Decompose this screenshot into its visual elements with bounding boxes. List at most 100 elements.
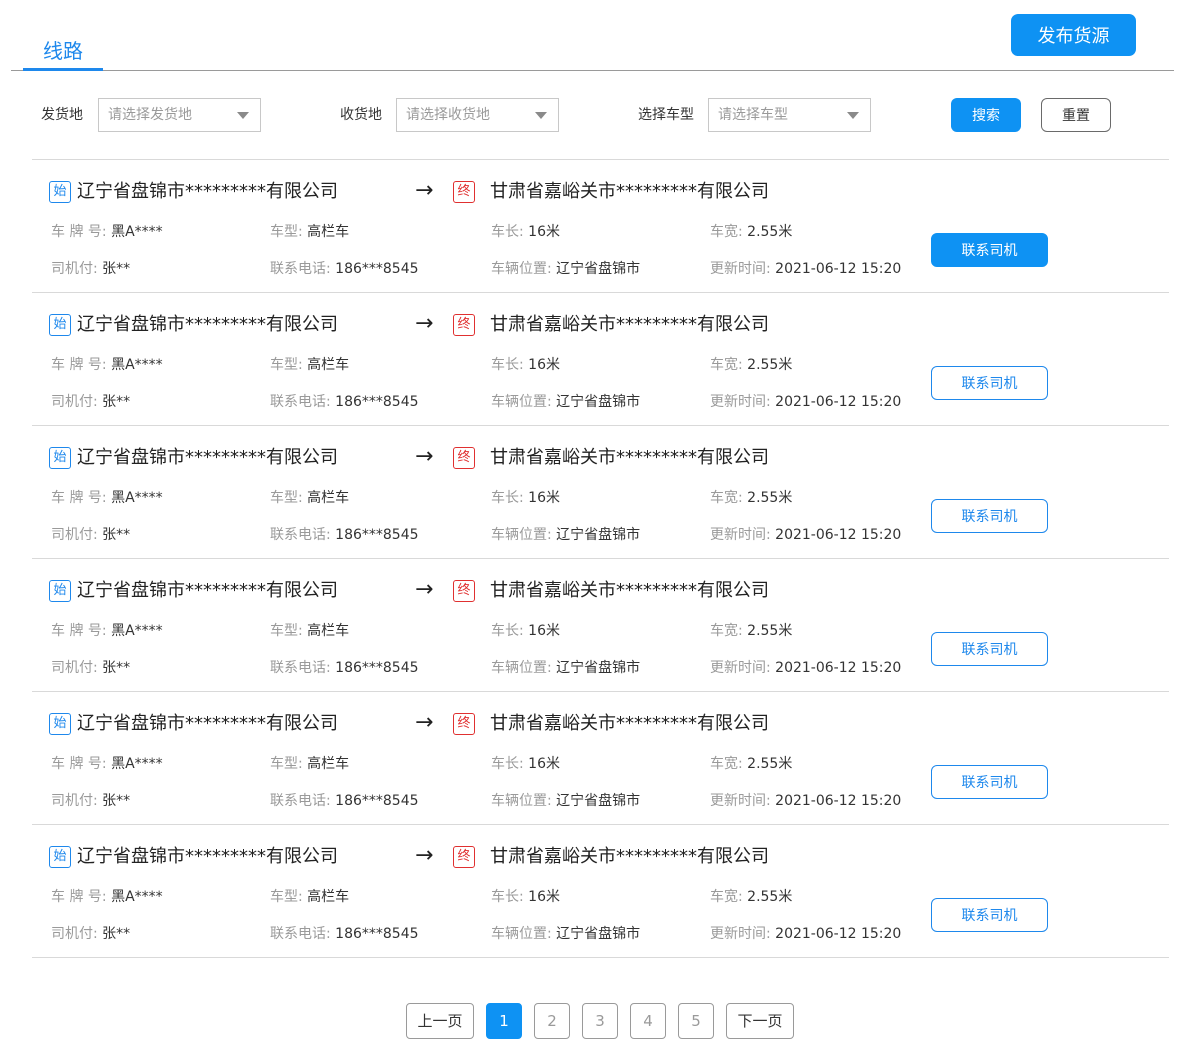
plate-key: 车 牌 号: [51,756,107,772]
width-field: 车宽: 2.55米 [710,222,792,242]
page-button-2[interactable]: 2 [534,1003,570,1039]
length-field: 车长: 16米 [491,355,560,375]
vehicle-type-value: 高栏车 [307,889,350,905]
phone-key: 联系电话: [270,394,331,410]
vehicle-type-placeholder: 请选择车型 [718,107,788,123]
contact-driver-button[interactable]: 联系司机 [931,765,1048,799]
width-key: 车宽: [710,490,743,506]
vehicle-type-field: 车型: 高栏车 [270,621,349,641]
updated-key: 更新时间: [710,926,771,942]
destination-select[interactable]: 请选择收货地 [396,98,559,132]
updated-value: 2021-06-12 15:20 [775,261,902,277]
driver-key: 司机付: [51,660,98,676]
length-field: 车长: 16米 [491,621,560,641]
location-key: 车辆位置: [491,394,552,410]
location-key: 车辆位置: [491,926,552,942]
page-button-5[interactable]: 5 [678,1003,714,1039]
driver-field: 司机付: 张** [51,924,130,944]
chevron-down-icon [535,112,547,119]
plate-field: 车 牌 号: 黑A**** [51,887,163,907]
length-value: 16米 [528,756,560,772]
plate-field: 车 牌 号: 黑A**** [51,621,163,641]
updated-field: 更新时间: 2021-06-12 15:20 [710,658,901,678]
phone-key: 联系电话: [270,926,331,942]
contact-driver-button[interactable]: 联系司机 [931,898,1048,932]
contact-driver-button[interactable]: 联系司机 [931,499,1048,533]
updated-value: 2021-06-12 15:20 [775,394,902,410]
contact-driver-button[interactable]: 联系司机 [931,366,1048,400]
vehicle-type-select[interactable]: 请选择车型 [708,98,871,132]
phone-field: 联系电话: 186***8545 [270,791,419,811]
search-button[interactable]: 搜索 [951,98,1021,132]
plate-value: 黑A**** [111,623,163,639]
phone-key: 联系电话: [270,660,331,676]
arrow-right-icon: → [415,710,434,735]
driver-value: 张** [102,394,131,410]
vehicle-type-field: 车型: 高栏车 [270,488,349,508]
arrow-right-icon: → [415,311,434,336]
updated-value: 2021-06-12 15:20 [775,926,902,942]
plate-field: 车 牌 号: 黑A**** [51,488,163,508]
location-key: 车辆位置: [491,261,552,277]
route-row: 始 辽宁省盘锦市*********有限公司 → 终 甘肃省嘉峪关市*******… [32,426,1169,559]
plate-value: 黑A**** [111,756,163,772]
length-key: 车长: [491,490,524,506]
phone-value: 186***8545 [335,394,419,410]
location-field: 车辆位置: 辽宁省盘锦市 [491,791,640,811]
phone-field: 联系电话: 186***8545 [270,525,419,545]
start-badge: 始 [49,181,71,203]
updated-key: 更新时间: [710,261,771,277]
vehicle-type-value: 高栏车 [307,224,350,240]
tab-routes[interactable]: 线路 [23,36,103,71]
chevron-down-icon [237,112,249,119]
vehicle-type-key: 车型: [270,756,303,772]
plate-field: 车 牌 号: 黑A**** [51,222,163,242]
prev-page-button[interactable]: 上一页 [406,1003,474,1039]
origin-company: 辽宁省盘锦市*********有限公司 [77,314,338,335]
length-value: 16米 [528,889,560,905]
origin-company: 辽宁省盘锦市*********有限公司 [77,181,338,202]
page-button-1[interactable]: 1 [486,1003,522,1039]
location-value: 辽宁省盘锦市 [556,660,641,676]
length-key: 车长: [491,224,524,240]
phone-key: 联系电话: [270,527,331,543]
reset-button[interactable]: 重置 [1041,98,1111,132]
chevron-down-icon [847,112,859,119]
destination-company: 甘肃省嘉峪关市*********有限公司 [490,580,769,601]
length-key: 车长: [491,357,524,373]
vehicle-type-label: 选择车型 [638,107,694,123]
plate-value: 黑A**** [111,357,163,373]
updated-key: 更新时间: [710,527,771,543]
page-button-4[interactable]: 4 [630,1003,666,1039]
origin-select[interactable]: 请选择发货地 [98,98,261,132]
phone-key: 联系电话: [270,261,331,277]
location-value: 辽宁省盘锦市 [556,261,641,277]
routes-page: 线路 发布货源 发货地 请选择发货地 收货地 请选择收货地 选择车型 请选择车型… [0,0,1200,1059]
width-field: 车宽: 2.55米 [710,887,792,907]
end-badge: 终 [453,314,475,336]
page-button-3[interactable]: 3 [582,1003,618,1039]
length-key: 车长: [491,756,524,772]
location-field: 车辆位置: 辽宁省盘锦市 [491,525,640,545]
driver-value: 张** [102,926,131,942]
phone-value: 186***8545 [335,926,419,942]
phone-field: 联系电话: 186***8545 [270,658,419,678]
publish-cargo-button[interactable]: 发布货源 [1011,14,1136,56]
end-badge: 终 [453,580,475,602]
end-badge: 终 [453,447,475,469]
length-value: 16米 [528,623,560,639]
origin-company: 辽宁省盘锦市*********有限公司 [77,846,338,867]
next-page-button[interactable]: 下一页 [726,1003,794,1039]
vehicle-type-key: 车型: [270,490,303,506]
vehicle-type-key: 车型: [270,224,303,240]
location-value: 辽宁省盘锦市 [556,527,641,543]
contact-driver-button[interactable]: 联系司机 [931,233,1048,267]
plate-field: 车 牌 号: 黑A**** [51,355,163,375]
phone-key: 联系电话: [270,793,331,809]
plate-value: 黑A**** [111,490,163,506]
start-badge: 始 [49,713,71,735]
arrow-right-icon: → [415,843,434,868]
tab-bar [11,0,1174,71]
contact-driver-button[interactable]: 联系司机 [931,632,1048,666]
vehicle-type-field: 车型: 高栏车 [270,754,349,774]
